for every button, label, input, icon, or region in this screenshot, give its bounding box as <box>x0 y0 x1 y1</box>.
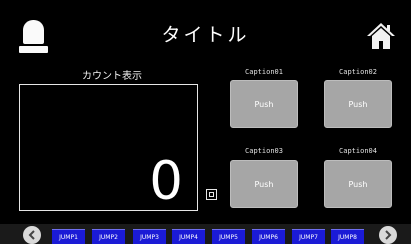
jump-button-1[interactable]: JUMP1 <box>52 229 85 244</box>
chevron-right-icon[interactable] <box>379 226 397 244</box>
push-button-02[interactable]: Push <box>324 80 392 128</box>
caption-03: Caption03 <box>245 147 283 155</box>
square-icon <box>206 189 217 200</box>
jump-button-4[interactable]: JUMP4 <box>172 229 205 244</box>
chevron-left-icon[interactable] <box>23 226 41 244</box>
caption-02: Caption02 <box>339 68 377 76</box>
jump-button-7[interactable]: JUMP7 <box>292 229 325 244</box>
count-label: カウント表示 <box>82 71 142 82</box>
jump-button-6[interactable]: JUMP6 <box>252 229 285 244</box>
caption-04: Caption04 <box>339 147 377 155</box>
jump-button-5[interactable]: JUMP5 <box>212 229 245 244</box>
page-title: タイトル <box>161 24 250 46</box>
push-button-03[interactable]: Push <box>230 160 298 208</box>
push-button-04[interactable]: Push <box>324 160 392 208</box>
count-value: 0 <box>149 151 183 212</box>
push-button-01[interactable]: Push <box>230 80 298 128</box>
jump-button-2[interactable]: JUMP2 <box>92 229 125 244</box>
jump-button-3[interactable]: JUMP3 <box>133 229 166 244</box>
count-display: 0 <box>19 84 198 211</box>
jump-button-8[interactable]: JUMP8 <box>331 229 364 244</box>
home-icon[interactable] <box>366 21 396 51</box>
caption-01: Caption01 <box>245 68 283 76</box>
